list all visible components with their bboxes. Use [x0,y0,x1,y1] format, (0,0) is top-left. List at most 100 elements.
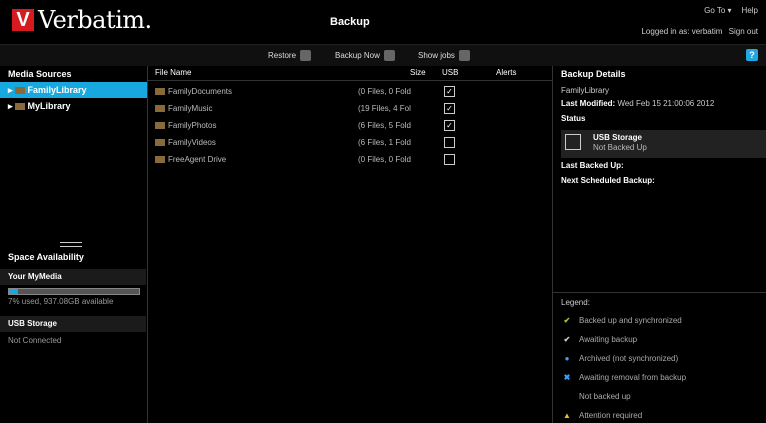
expand-arrow-icon[interactable]: ▸ [8,101,13,111]
your-media-label: Your MyMedia [0,269,146,285]
legend-title: Legend: [561,298,590,307]
restore-button[interactable]: Restore [268,50,312,61]
usb-storage-title: USB Storage [593,133,642,142]
media-source-item[interactable]: ▸ FamilyLibrary [0,82,147,98]
show-jobs-button[interactable]: Show jobs [418,50,470,61]
legend-item: ✔ Awaiting backup [561,335,637,344]
media-sources-title: Media Sources [8,69,72,79]
file-size: (0 Files, 0 Fold [358,155,411,164]
legend-item: ▲ Attention required [561,411,642,420]
file-name: FamilyPhotos [155,121,216,130]
logged-in-text: Logged in as: verbatim [641,27,723,36]
last-modified-value: Wed Feb 15 21:00:06 2012 [617,99,715,108]
backup-icon [383,50,395,61]
legend-status-icon: ✖ [563,373,571,382]
chevron-down-icon: ▾ [727,6,732,15]
last-modified: Last Modified: Wed Feb 15 21:00:06 2012 [561,99,714,108]
restore-icon [300,50,312,61]
file-name: FamilyDocuments [155,87,232,96]
next-backup-label: Next Scheduled Backup: [561,176,655,185]
usb-checkbox[interactable]: ✓ [444,103,455,114]
folder-icon [155,88,165,96]
usb-checkbox[interactable] [444,137,455,148]
logo-text: Verbatim. [38,6,152,34]
backup-details-title: Backup Details [561,69,626,79]
col-usb[interactable]: USB [442,68,458,77]
space-availability-title: Space Availability [8,252,84,262]
file-row[interactable]: FamilyDocuments (0 Files, 0 Fold ✓ [148,84,552,100]
usb-checkbox[interactable]: ✓ [444,86,455,97]
legend-label: Not backed up [579,392,631,401]
goto-menu[interactable]: Go To ▾ [704,6,731,15]
backup-now-button[interactable]: Backup Now [335,50,395,61]
col-file-name[interactable]: File Name [155,68,191,77]
user-line: Logged in as: verbatim Sign out [637,27,758,36]
file-size: (6 Files, 1 Fold [358,138,411,147]
help-link[interactable]: Help [742,6,758,15]
legend-item: Not backed up [561,392,631,401]
legend-status-icon: ✔ [563,316,571,325]
help-icon[interactable]: ? [746,49,758,61]
restore-label: Restore [268,51,297,60]
usb-storage-label: USB Storage [0,316,146,332]
folder-icon [14,103,25,111]
col-size[interactable]: Size [410,68,426,77]
legend-label: Awaiting removal from backup [579,373,687,382]
last-modified-label: Last Modified: [561,99,616,108]
legend-label: Backed up and synchronized [579,316,682,325]
usb-backup-status: Not Backed Up [593,143,647,152]
legend-item: ● Archived (not synchronized) [561,354,679,363]
folder-icon [155,139,165,147]
legend-status-icon: ▲ [563,411,571,420]
folder-icon [155,156,165,164]
file-list-panel: File Name Size USB Alerts FamilyDocument… [148,66,553,423]
file-size: (19 Files, 4 Fol [358,104,411,113]
file-row[interactable]: FreeAgent Drive (0 Files, 0 Fold [148,152,552,168]
backup-details-panel: Backup Details FamilyLibrary Last Modifi… [553,66,766,423]
top-links: Go To ▾ Help [704,6,758,15]
file-row[interactable]: FamilyVideos (6 Files, 1 Fold [148,135,552,151]
file-row[interactable]: FamilyPhotos (6 Files, 5 Fold ✓ [148,118,552,134]
legend-item: ✖ Awaiting removal from backup [561,373,686,382]
media-source-label: MyLibrary [27,101,71,111]
show-jobs-label: Show jobs [418,51,455,60]
status-label: Status [561,114,586,123]
usb-status-square [565,134,581,150]
usb-checkbox[interactable] [444,154,455,165]
usb-status-text: Not Connected [8,336,62,345]
file-size: (6 Files, 5 Fold [358,121,411,130]
file-row[interactable]: FamilyMusic (19 Files, 4 Fol ✓ [148,101,552,117]
verbatim-logo[interactable]: V Verbatim. [12,6,152,34]
logo-mark: V [12,9,34,31]
legend-label: Attention required [579,411,643,420]
space-usage-text: 7% used, 937.08GB available [8,297,114,306]
legend-status-icon: ✔ [563,335,571,344]
legend-item: ✔ Backed up and synchronized [561,316,682,325]
file-name: FreeAgent Drive [155,155,226,164]
backup-now-label: Backup Now [335,51,380,60]
signout-link[interactable]: Sign out [729,27,758,36]
library-name: FamilyLibrary [561,86,610,95]
legend-label: Archived (not synchronized) [579,354,679,363]
col-alerts[interactable]: Alerts [496,68,516,77]
file-name: FamilyVideos [155,138,216,147]
media-sources-list: ▸ FamilyLibrary ▸ MyLibrary [0,82,147,114]
file-name: FamilyMusic [155,104,212,113]
usb-checkbox[interactable]: ✓ [444,120,455,131]
folder-icon [155,122,165,130]
legend-status-icon: ● [564,354,570,363]
header: V Verbatim. Backup Go To ▾ Help Logged i… [0,0,766,44]
folder-icon [14,87,25,95]
jobs-icon [458,50,470,61]
space-progress-fill [9,289,19,294]
toolbar: Restore Backup Now Show jobs ? [0,44,766,68]
legend-label: Awaiting backup [579,335,638,344]
expand-arrow-icon[interactable]: ▸ [8,85,13,95]
column-headers: File Name Size USB Alerts [148,66,552,81]
page-title: Backup [330,16,370,28]
panel-splitter-handle[interactable] [60,242,82,247]
folder-icon [155,105,165,113]
file-size: (0 Files, 0 Fold [358,87,411,96]
media-source-item[interactable]: ▸ MyLibrary [0,98,147,114]
usb-status-box: USB Storage Not Backed Up [561,130,766,158]
